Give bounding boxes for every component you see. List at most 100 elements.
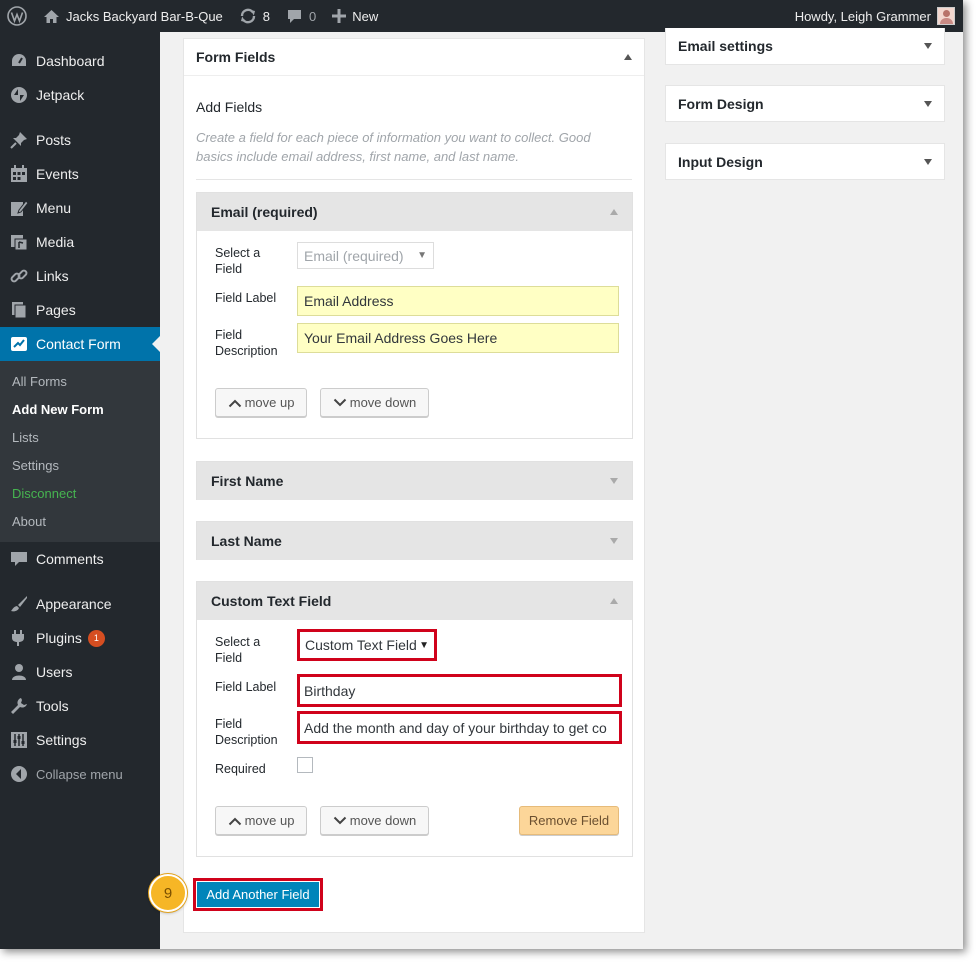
sidebar-item-label: Events xyxy=(36,166,79,182)
sidebar-item-label: Posts xyxy=(36,132,72,148)
submenu-settings[interactable]: Settings xyxy=(0,451,160,479)
submenu-lists[interactable]: Lists xyxy=(0,423,160,451)
sidebar-item-events[interactable]: Events xyxy=(0,157,160,191)
form-fields-header[interactable]: Form Fields xyxy=(184,39,644,76)
site-name-link[interactable]: Jacks Backyard Bar-B-Que xyxy=(35,0,231,32)
submenu-add-new-form[interactable]: Add New Form xyxy=(0,395,160,423)
select-field-dropdown[interactable]: Custom Text Field ▼ xyxy=(297,629,437,661)
move-down-label: move down xyxy=(349,395,417,410)
move-down-label: move down xyxy=(349,813,417,828)
chevron-up-icon xyxy=(228,399,241,407)
expand-down-icon[interactable] xyxy=(610,478,618,484)
field-card-header[interactable]: Email (required) xyxy=(197,193,632,231)
expand-down-icon[interactable] xyxy=(610,538,618,544)
sidebar-item-label: Menu xyxy=(36,200,72,216)
collapse-up-icon[interactable] xyxy=(624,54,632,60)
sidebar-item-comments[interactable]: Comments xyxy=(0,542,160,576)
field-card-header[interactable]: Custom Text Field xyxy=(197,582,632,620)
wordpress-logo-icon[interactable] xyxy=(0,0,35,32)
sidebar-item-tools[interactable]: Tools xyxy=(0,689,160,723)
dashboard-icon xyxy=(9,51,29,71)
add-another-field-button[interactable]: Add Another Field xyxy=(193,878,323,911)
collapse-up-icon[interactable] xyxy=(610,209,618,215)
field-description-input[interactable]: Add the month and day of your birthday t… xyxy=(297,711,622,744)
collapse-up-icon[interactable] xyxy=(610,598,618,604)
expand-down-icon[interactable] xyxy=(924,158,932,165)
field-description-input[interactable]: Your Email Address Goes Here xyxy=(297,323,619,353)
field-description-label: Field Description xyxy=(215,717,278,747)
sidebar-item-label: Jetpack xyxy=(36,87,85,103)
edit-icon xyxy=(9,198,29,218)
submenu-disconnect[interactable]: Disconnect xyxy=(0,479,160,507)
new-content-link[interactable]: New xyxy=(324,0,386,32)
sidebar-item-pages[interactable]: Pages xyxy=(0,293,160,327)
input-design-title: Input Design xyxy=(678,153,763,170)
move-down-button[interactable]: move down xyxy=(320,388,429,417)
add-another-field-label: Add Another Field xyxy=(197,882,319,907)
field-description-label: Field Description xyxy=(215,328,278,358)
expand-down-icon[interactable] xyxy=(924,43,932,49)
collapse-arrow-icon xyxy=(9,764,29,784)
field-label-input[interactable]: Email Address xyxy=(297,286,619,316)
sidebar-item-users[interactable]: Users xyxy=(0,655,160,689)
sidebar-item-label: Pages xyxy=(36,302,76,318)
select-field-dropdown[interactable]: Email (required) ▼ xyxy=(297,242,434,269)
comments-count: 0 xyxy=(309,8,317,24)
dropdown-caret-icon: ▼ xyxy=(419,639,429,651)
form-design-panel[interactable]: Form Design xyxy=(665,85,945,122)
howdy-greeting: Howdy, Leigh Grammer xyxy=(794,8,931,24)
calendar-icon xyxy=(9,164,29,184)
move-down-button[interactable]: move down xyxy=(320,806,429,835)
submenu-about[interactable]: About xyxy=(0,507,160,535)
select-field-label: Select a Field xyxy=(215,246,261,276)
sidebar-item-jetpack[interactable]: Jetpack xyxy=(0,78,160,112)
sidebar-item-appearance[interactable]: Appearance xyxy=(0,587,160,621)
move-up-button[interactable]: move up xyxy=(215,806,307,835)
updates-link[interactable]: 8 xyxy=(231,0,278,32)
email-settings-panel[interactable]: Email settings xyxy=(665,28,945,65)
form-design-title: Form Design xyxy=(678,95,764,112)
field-card-title: Email (required) xyxy=(211,204,318,220)
plugins-update-badge: 1 xyxy=(87,629,105,647)
field-card-title: Last Name xyxy=(211,533,282,549)
divider xyxy=(196,179,632,180)
new-label: New xyxy=(352,8,379,24)
sidebar-item-links[interactable]: Links xyxy=(0,259,160,293)
submenu-all-forms[interactable]: All Forms xyxy=(0,367,160,395)
comment-bubble-icon xyxy=(286,9,303,24)
sidebar-item-label: Settings xyxy=(36,732,87,748)
comments-link[interactable]: 0 xyxy=(278,0,324,32)
field-label-label: Field Label xyxy=(215,680,277,694)
wrench-icon xyxy=(9,696,29,716)
required-checkbox[interactable] xyxy=(297,757,313,773)
screenshot-frame: Jacks Backyard Bar-B-Que 8 0 New Howdy, … xyxy=(0,0,963,949)
updates-count: 8 xyxy=(262,8,271,24)
sidebar-item-media[interactable]: Media xyxy=(0,225,160,259)
expand-down-icon[interactable] xyxy=(924,100,932,107)
move-up-button[interactable]: move up xyxy=(215,388,307,417)
comments-icon xyxy=(9,549,29,569)
settings-icon xyxy=(9,730,29,750)
collapse-menu-button[interactable]: Collapse menu xyxy=(0,757,160,791)
sidebar-item-contact-form[interactable]: Contact Form xyxy=(0,327,160,361)
field-label-label: Field Label xyxy=(215,291,277,305)
step-number-badge: 9 xyxy=(149,874,187,912)
select-field-value: Custom Text Field xyxy=(305,637,417,653)
plugin-icon xyxy=(9,628,29,648)
sidebar-item-dashboard[interactable]: Dashboard xyxy=(0,44,160,78)
sidebar-item-posts[interactable]: Posts xyxy=(0,123,160,157)
contact-form-submenu: All Forms Add New Form Lists Settings Di… xyxy=(0,361,160,542)
collapse-menu-label: Collapse menu xyxy=(36,766,123,782)
chevron-up-icon xyxy=(228,817,241,825)
sidebar-item-settings[interactable]: Settings xyxy=(0,723,160,757)
sidebar-item-label: Appearance xyxy=(36,596,112,612)
input-design-panel[interactable]: Input Design xyxy=(665,143,945,180)
move-up-label: move up xyxy=(244,813,295,828)
field-label-input[interactable]: Birthday xyxy=(297,674,622,707)
sidebar-item-menu[interactable]: Menu xyxy=(0,191,160,225)
remove-field-button[interactable]: Remove Field xyxy=(519,806,619,835)
field-card-header[interactable]: First Name xyxy=(197,462,632,500)
sidebar-item-plugins[interactable]: Plugins 1 xyxy=(0,621,160,655)
field-card-header[interactable]: Last Name xyxy=(197,522,632,560)
required-label: Required xyxy=(215,762,266,776)
